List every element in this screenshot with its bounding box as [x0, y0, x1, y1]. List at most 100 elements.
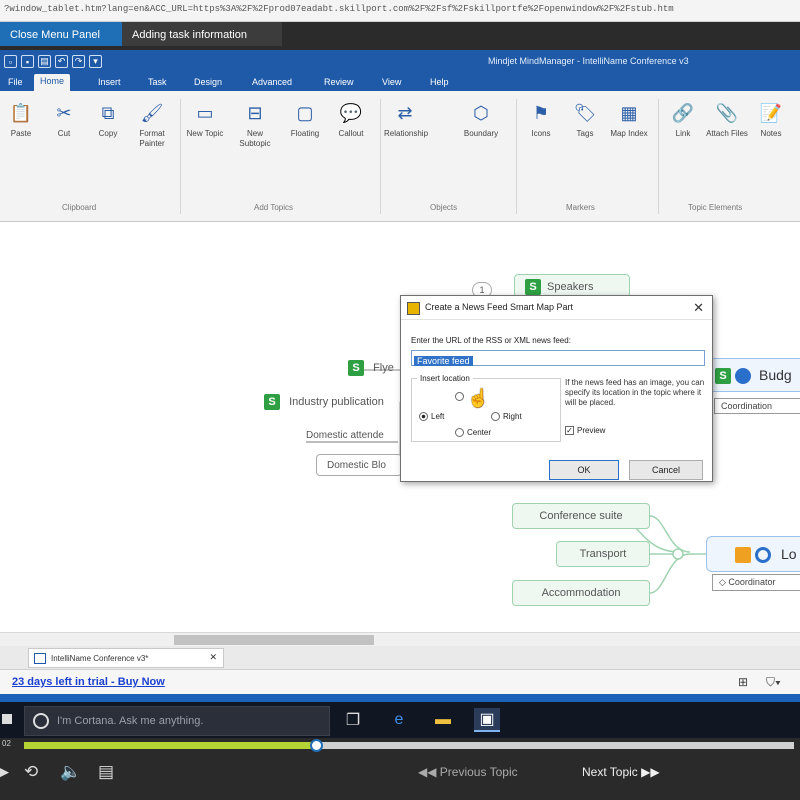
tab-advanced[interactable]: Advanced: [246, 75, 298, 89]
tab-help[interactable]: Help: [424, 75, 455, 89]
radio-left-label: Left: [431, 412, 445, 421]
logistics-note[interactable]: ◇ Coordinator: [712, 574, 800, 591]
format-painter-button[interactable]: 🖌 Format Painter: [131, 101, 173, 149]
quick-access-toolbar: ▫ ▪ ▤ ↶ ↷ ▾: [4, 55, 102, 68]
document-tab[interactable]: IntelliName Conference v3* ✕: [28, 648, 224, 668]
cortana-search-box[interactable]: I'm Cortana. Ask me anything.: [24, 706, 330, 736]
horizontal-scrollbar[interactable]: [0, 632, 800, 646]
topic-domestic[interactable]: Domestic Blo: [316, 454, 402, 476]
budget-note[interactable]: Coordination: [714, 398, 800, 414]
relationship-icon: ⇄: [397, 102, 413, 123]
paste-button[interactable]: 📋 Paste: [0, 101, 42, 139]
copy-button[interactable]: ⧉ Copy: [87, 101, 129, 139]
radio-center[interactable]: Center: [455, 428, 491, 438]
group-separator: [516, 99, 517, 214]
customize-icon[interactable]: ▾: [89, 55, 102, 68]
group-topic-elements: Topic Elements: [688, 203, 743, 212]
course-player-bar: 02 ▶ ⟲ 🔈 ▤ ◀◀ Previous Topic Next Topic …: [0, 738, 800, 800]
topic-logistics[interactable]: Lo: [706, 536, 800, 572]
map-index-button[interactable]: ▦ Map Index: [608, 101, 650, 139]
topic-budget[interactable]: S Budg: [700, 358, 800, 392]
copy-icon: ⧉: [101, 102, 115, 123]
play-icon[interactable]: ▶: [0, 762, 9, 782]
print-icon[interactable]: ▤: [38, 55, 51, 68]
browser-url-bar[interactable]: ?window_tablet.htm?lang=en&ACC_URL=https…: [0, 0, 800, 22]
close-icon[interactable]: ✕: [693, 300, 704, 316]
progress-knob[interactable]: [309, 739, 323, 752]
start-icon[interactable]: [2, 714, 12, 724]
topic-attendees[interactable]: Domestic attende: [306, 430, 384, 441]
radio-dot: [491, 412, 500, 422]
progress-pie-icon: [735, 368, 751, 384]
topic-accommodation[interactable]: Accommodation: [512, 580, 650, 606]
radio-dot: [455, 428, 464, 438]
volume-icon[interactable]: 🔈: [60, 762, 81, 782]
edge-browser-icon[interactable]: e: [386, 708, 412, 732]
boundary-button[interactable]: ⬡ Boundary: [460, 101, 502, 139]
replay-icon[interactable]: ⟲: [24, 762, 38, 782]
tab-review[interactable]: Review: [318, 75, 360, 89]
floating-topic-icon: ▢: [296, 102, 314, 123]
preview-checkbox[interactable]: ✓ Preview: [565, 426, 605, 436]
topic-conference-suite-label: Conference suite: [539, 510, 623, 522]
app-title: Mindjet MindManager - IntelliName Confer…: [488, 56, 689, 66]
undo-icon[interactable]: ↶: [55, 55, 68, 68]
new-topic-button[interactable]: ▭ New Topic: [184, 101, 226, 139]
mindmanager-taskbar-icon[interactable]: ▣: [474, 708, 500, 732]
layout-icon[interactable]: ⊞: [738, 675, 748, 689]
relationship-button[interactable]: ⇄ Relationship: [384, 101, 428, 139]
topic-industry-publication[interactable]: S Industry publication: [264, 394, 384, 410]
feed-url-input[interactable]: Favorite feed: [411, 350, 705, 366]
trial-link[interactable]: 23 days left in trial - Buy Now: [12, 676, 165, 688]
cut-button[interactable]: ✂ Cut: [43, 101, 85, 139]
radio-right[interactable]: Right: [491, 412, 522, 422]
new-icon[interactable]: ▫: [4, 55, 17, 68]
filter-icon[interactable]: ⛉▾: [766, 675, 781, 690]
radio-left[interactable]: Left: [419, 412, 445, 422]
lms-header: Close Menu Panel Adding task information: [0, 22, 800, 50]
dialog-title: Create a News Feed Smart Map Part: [401, 296, 712, 320]
transcript-icon[interactable]: ▤: [98, 762, 114, 782]
subtopic-icon: ⊟: [247, 102, 263, 123]
tab-view[interactable]: View: [376, 75, 407, 89]
save-icon[interactable]: ▪: [21, 55, 34, 68]
floating-button[interactable]: ▢ Floating: [284, 101, 326, 139]
tab-insert[interactable]: Insert: [92, 75, 127, 89]
attach-files-button[interactable]: 📎 Attach Files: [706, 101, 748, 139]
next-topic-button[interactable]: Next Topic ▶▶: [582, 765, 660, 779]
tab-file[interactable]: File: [2, 75, 29, 89]
tag-icon: ◇: [719, 577, 729, 587]
close-icon[interactable]: ✕: [209, 652, 217, 663]
icons-button[interactable]: ⚑ Icons: [520, 101, 562, 139]
previous-topic-button[interactable]: ◀◀ Previous Topic: [418, 765, 518, 779]
radio-top[interactable]: [455, 392, 467, 402]
redo-icon[interactable]: ↷: [72, 55, 85, 68]
task-view-icon[interactable]: ❐: [340, 708, 366, 732]
topic-transport[interactable]: Transport: [556, 541, 650, 567]
notes-button[interactable]: 📝 Notes: [750, 101, 792, 139]
boundary-icon: ⬡: [473, 102, 489, 123]
scrollbar-thumb[interactable]: [174, 635, 374, 645]
file-explorer-icon[interactable]: ▬: [430, 708, 456, 732]
paste-label: Paste: [10, 129, 32, 138]
radio-dot: [419, 412, 428, 422]
tab-design[interactable]: Design: [188, 75, 228, 89]
group-clipboard: Clipboard: [62, 203, 97, 212]
topic-budget-label: Budg: [759, 367, 792, 383]
topic-logistics-label: Lo: [781, 546, 797, 562]
smart-map-icon: S: [264, 394, 280, 410]
cortana-placeholder: I'm Cortana. Ask me anything.: [57, 715, 204, 727]
cancel-button[interactable]: Cancel: [629, 460, 703, 480]
ok-button[interactable]: OK: [549, 460, 619, 480]
topic-conference-suite[interactable]: Conference suite: [512, 503, 650, 529]
topic-flyer[interactable]: S Flye: [348, 360, 394, 376]
progress-track[interactable]: [24, 739, 794, 752]
callout-button[interactable]: 💬 Callout: [330, 101, 372, 139]
group-markers: Markers: [566, 203, 595, 212]
window-border: [0, 694, 800, 702]
tags-button[interactable]: 🏷 Tags: [564, 101, 606, 139]
tab-task[interactable]: Task: [142, 75, 173, 89]
new-subtopic-button[interactable]: ⊟ New Subtopic: [234, 101, 276, 149]
tab-home[interactable]: Home: [34, 74, 71, 91]
link-button[interactable]: 🔗 Link: [662, 101, 704, 139]
